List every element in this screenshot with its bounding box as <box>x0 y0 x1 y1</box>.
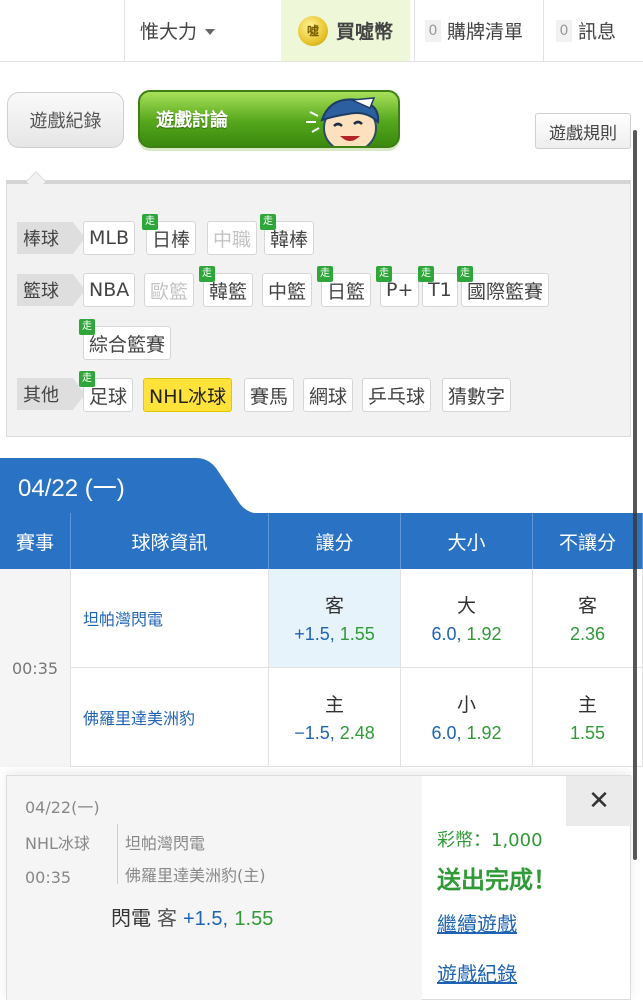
match-time: 00:35 <box>0 569 71 767</box>
col-header-team: 球隊資訊 <box>71 513 269 569</box>
slip-cost: 彩幣：1,000 <box>437 830 543 851</box>
messages-button[interactable]: 0 訊息 <box>556 0 641 61</box>
msg-count-badge: 0 <box>556 19 572 42</box>
divider <box>414 0 415 61</box>
chip-guess-number[interactable]: 猜數字 <box>442 378 512 412</box>
tab-game-discussion[interactable]: 遊戲討論 <box>138 90 400 148</box>
walk-badge: 走 <box>418 266 434 282</box>
user-menu[interactable]: 惟大力 <box>140 0 260 61</box>
cart-count-badge: 0 <box>425 19 441 42</box>
odds-moneyline-home[interactable]: 主 1.55 <box>533 668 643 767</box>
sport-category-panel: 棒球 MLB 走日棒 中職 走韓棒 籃球 NBA 歐籃 走韓籃 中籃 走日籃 走… <box>6 171 631 437</box>
slip-sport: NHL冰球 <box>25 834 90 853</box>
divider <box>543 0 544 61</box>
cart-button[interactable]: 0 購牌清單 <box>425 0 543 61</box>
slip-away-team: 坦帕灣閃電 <box>125 834 206 853</box>
chip-kbo[interactable]: 走韓棒 <box>260 214 315 255</box>
username: 惟大力 <box>140 21 198 43</box>
category-label-other: 其他 <box>17 378 85 410</box>
walk-badge: 走 <box>260 214 276 230</box>
walk-badge: 走 <box>376 266 392 282</box>
chip-p-plus[interactable]: 走 P+ <box>376 266 420 307</box>
chip-euro-basketball: 歐籃 <box>144 273 195 307</box>
slip-date: 04/22(一) <box>25 798 100 817</box>
category-label-basketball: 籃球 <box>17 274 85 306</box>
chip-china-basketball[interactable]: 中籃 <box>262 273 313 307</box>
buy-coin-label: 買噓幣 <box>335 21 393 43</box>
chip-mlb[interactable]: MLB <box>83 221 136 255</box>
chip-japan-basketball[interactable]: 走日籃 <box>317 266 372 307</box>
chip-horse-racing[interactable]: 賽馬 <box>244 378 295 412</box>
team-home: 佛羅里達美洲豹 <box>71 668 269 767</box>
top-bar: 惟大力 噓 買噓幣 0 購牌清單 0 訊息 <box>0 0 643 62</box>
odds-spread-away[interactable]: 客 +1.5, 1.55 <box>269 569 401 668</box>
odds-table-header: 賽事 球隊資訊 讓分 大小 不讓分 <box>0 513 643 569</box>
game-record-link[interactable]: 遊戲紀錄 <box>437 958 517 987</box>
chip-nba[interactable]: NBA <box>83 273 136 307</box>
walk-badge: 走 <box>79 319 95 335</box>
slip-home-team: 佛羅里達美洲豹(主) <box>125 866 266 885</box>
chip-table-tennis[interactable]: 乒乓球 <box>362 378 432 412</box>
close-icon[interactable]: ✕ <box>566 776 632 826</box>
chip-npb[interactable]: 走日棒 <box>142 214 197 255</box>
chip-tennis[interactable]: 網球 <box>303 378 354 412</box>
scrollbar[interactable] <box>633 130 637 860</box>
tab-label: 遊戲討論 <box>156 110 228 131</box>
team-away: 坦帕灣閃電 <box>71 569 269 668</box>
cart-label: 購牌清單 <box>447 21 524 43</box>
walk-badge: 走 <box>317 266 333 282</box>
odds-total-under[interactable]: 小 6.0, 1.92 <box>401 668 533 767</box>
continue-game-link[interactable]: 繼續遊戲 <box>437 908 517 937</box>
chip-soccer[interactable]: 走足球 <box>79 371 134 412</box>
slip-time: 00:35 <box>25 868 72 887</box>
walk-badge: 走 <box>199 266 215 282</box>
divider <box>124 0 125 61</box>
col-header-spread: 讓分 <box>269 513 401 569</box>
bet-slip-details: 04/22(一) NHL冰球 00:35 坦帕灣閃電 佛羅里達美洲豹(主) 閃電… <box>7 776 422 1000</box>
chevron-down-icon <box>205 28 216 35</box>
mascot-icon <box>306 97 380 146</box>
tab-game-record[interactable]: 遊戲紀錄 <box>7 92 124 148</box>
slip-success-message: 送出完成！ <box>437 866 557 894</box>
messages-label: 訊息 <box>578 21 617 43</box>
date-header-text: 04/22 (一) <box>18 475 125 502</box>
odds-total-over[interactable]: 大 6.0, 1.92 <box>401 569 533 668</box>
divider <box>117 824 118 884</box>
col-header-total: 大小 <box>401 513 533 569</box>
walk-badge: 走 <box>79 371 95 387</box>
chip-nhl-hockey[interactable]: NHL冰球 <box>143 378 233 412</box>
odds-spread-home[interactable]: 主 −1.5, 2.48 <box>269 668 401 767</box>
chip-t1[interactable]: 走 T1 <box>418 266 458 307</box>
slip-pick: 閃電客 +1.5, 1.55 <box>111 906 274 930</box>
game-rules-button[interactable]: 遊戲規則 <box>535 113 631 149</box>
col-header-moneyline: 不讓分 <box>533 513 643 569</box>
odds-moneyline-away[interactable]: 客 2.36 <box>533 569 643 668</box>
walk-badge: 走 <box>457 266 473 282</box>
chip-mixed-basketball[interactable]: 走綜合籃賽 <box>79 319 172 360</box>
buy-coin-button[interactable]: 噓 買噓幣 <box>281 0 410 61</box>
bet-slip-panel: 04/22(一) NHL冰球 00:35 坦帕灣閃電 佛羅里達美洲豹(主) 閃電… <box>6 775 632 1000</box>
chip-korea-basketball[interactable]: 走韓籃 <box>199 266 254 307</box>
coin-icon: 噓 <box>297 15 328 46</box>
col-header-event: 賽事 <box>0 513 71 569</box>
walk-badge: 走 <box>142 214 158 230</box>
chip-intl-basketball[interactable]: 走國際籃賽 <box>457 266 550 307</box>
panel-pointer <box>26 171 46 191</box>
chip-cpbl: 中職 <box>207 221 258 255</box>
category-label-baseball: 棒球 <box>17 222 85 254</box>
